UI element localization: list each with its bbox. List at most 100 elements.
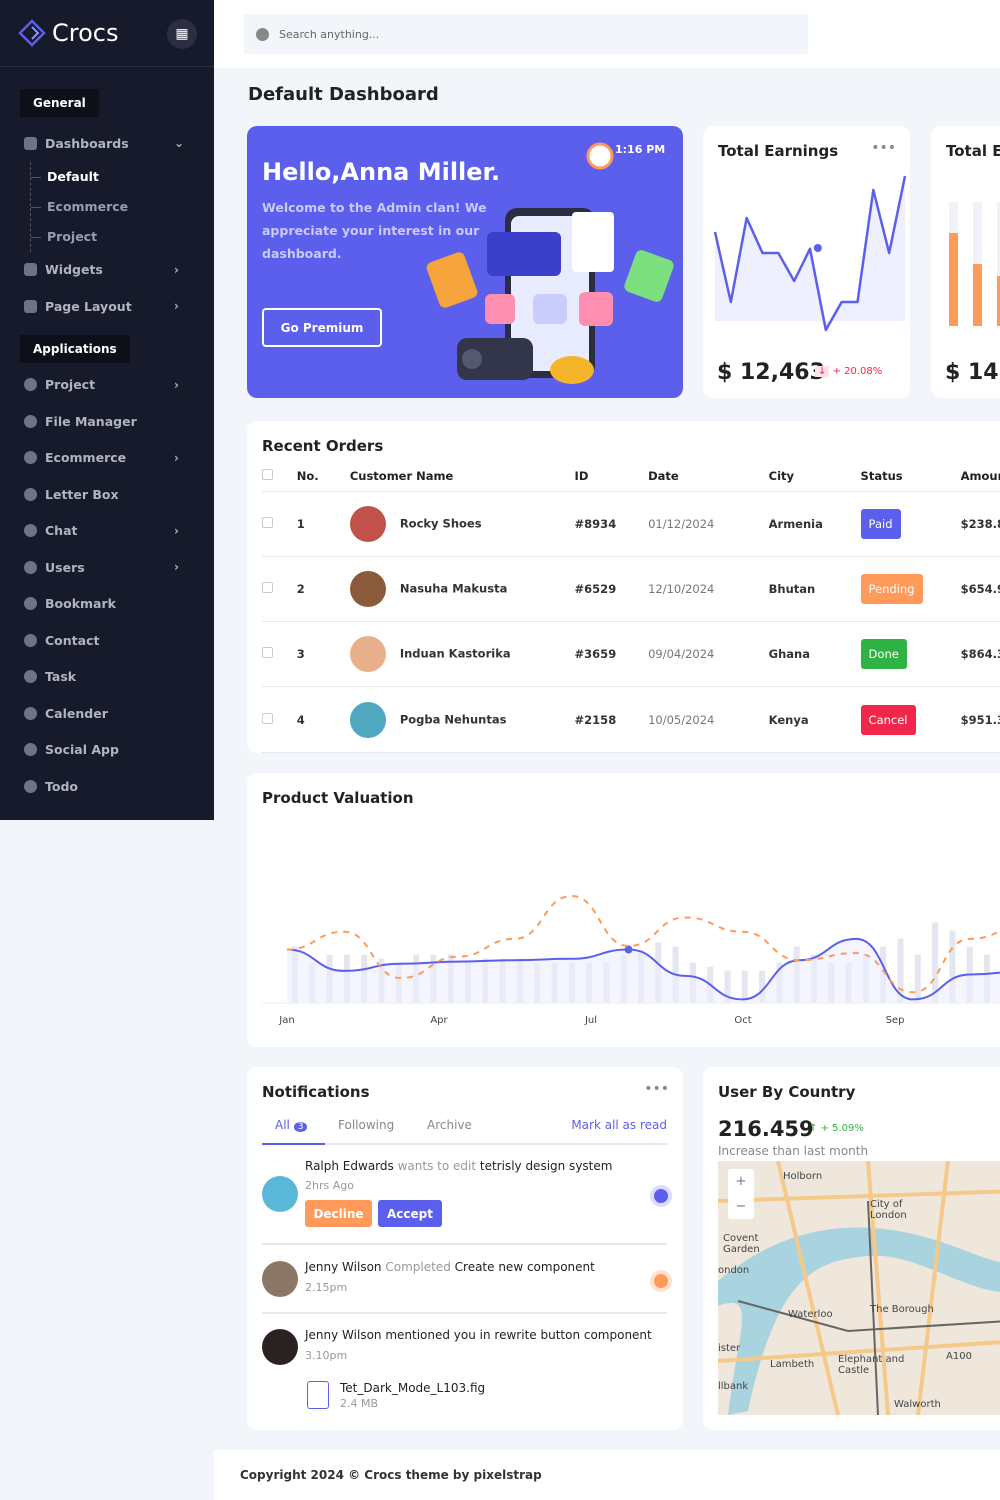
sidebar-item-bookmark[interactable]: Bookmark (0, 586, 214, 623)
notif-time: 3.10pm (305, 1349, 348, 1362)
order-city: Ghana (768, 621, 861, 688)
search-icon (256, 27, 269, 41)
sidebar-item-label: Task (45, 669, 77, 685)
mark-all-read-link[interactable]: Mark all as read (571, 1118, 667, 1132)
sidebar-item-chat[interactable]: Chat › (0, 513, 214, 550)
sidebar-item-ecommerce[interactable]: Ecommerce › (0, 440, 214, 477)
customer-cell: Pogba Nehuntas (349, 686, 575, 753)
table-row: 4 Pogba Nehuntas #2158 10/05/2024 Kenya … (262, 686, 1000, 753)
country-subtitle: Increase than last month (718, 1144, 869, 1158)
chevron-down-icon: ⌄ (174, 136, 185, 151)
avatar (349, 701, 386, 738)
row-checkbox[interactable] (262, 621, 297, 688)
notification-item: Jenny Wilson mentioned you in rewrite bu… (262, 1325, 667, 1425)
row-checkbox[interactable] (262, 556, 297, 623)
valuation-chart: Jan Apr Jul Oct Sep (262, 895, 1000, 1026)
apps-grid-button[interactable]: ▦ (167, 19, 197, 49)
notif-name: Jenny Wilson (305, 1260, 382, 1274)
sidebar-item-contact[interactable]: Contact (0, 622, 214, 659)
expenses-title: Total E (946, 142, 1000, 160)
order-date: 09/04/2024 (648, 621, 769, 688)
avatar (349, 570, 386, 607)
clock-time: 1:16 PM (615, 143, 666, 156)
select-all-checkbox[interactable] (262, 461, 297, 492)
submenu-item-project[interactable]: Project (0, 222, 214, 252)
document-icon (24, 299, 37, 313)
expense-bar (949, 233, 958, 326)
x-tick-label: Oct (734, 1015, 751, 1026)
sidebar-item-label: Social App (45, 742, 119, 758)
submenu-item-ecommerce[interactable]: Ecommerce (0, 192, 214, 222)
attachment-name[interactable]: Tet_Dark_Mode_L103.fig (340, 1381, 485, 1395)
country-value: 216.459 (718, 1117, 814, 1141)
avatar (262, 1261, 298, 1297)
go-premium-button[interactable]: Go Premium (262, 308, 382, 347)
home-icon (24, 136, 37, 150)
column-header: No. (296, 461, 350, 492)
zoom-in-button[interactable]: + (728, 1169, 754, 1194)
orders-table: No.Customer NameIDDateCityStatusAmount 1… (262, 461, 1000, 753)
chevron-right-icon: › (174, 262, 179, 277)
sidebar-item-calender[interactable]: Calender (0, 695, 214, 732)
orders-title: Recent Orders (262, 437, 384, 455)
sidebar-item-label: Bookmark (45, 596, 116, 612)
order-date: 01/12/2024 (648, 491, 769, 557)
tab-archive[interactable]: Archive (427, 1118, 472, 1132)
sparkline-point (813, 244, 822, 252)
sidebar-item-dashboards[interactable]: Dashboards ⌄ (0, 125, 214, 162)
search-placeholder: Search anything... (279, 27, 380, 41)
order-amount: $951.37 (960, 686, 1000, 753)
x-tick-label: Sep (886, 1015, 905, 1026)
map[interactable]: + − Holborn City of London Covent Garden ond… (718, 1161, 1000, 1415)
count-badge: 3 (293, 1122, 308, 1132)
sidebar-item-task[interactable]: Task (0, 659, 214, 696)
country-title: User By Country (718, 1083, 856, 1101)
order-id: #8934 (574, 491, 649, 557)
check-icon (24, 670, 37, 684)
earnings-value: $ 12,463 (717, 360, 825, 385)
sidebar-item-page-layout[interactable]: Page Layout › (0, 288, 214, 325)
calendar-icon (24, 706, 37, 720)
notification-item: Ralph Edwards wants to edit tetrisly des… (262, 1159, 668, 1245)
sidebar-item-label: File Manager (45, 413, 137, 429)
sidebar-item-label: Ecommerce (45, 450, 127, 466)
notif-verb: wants to edit (397, 1159, 477, 1173)
map-label: ister (718, 1343, 741, 1354)
decline-button[interactable]: Decline (305, 1200, 372, 1227)
notif-object: Create new component (454, 1260, 595, 1274)
more-icon[interactable]: ••• (644, 1081, 669, 1097)
chat-icon (24, 524, 37, 538)
sidebar-item-file-manager[interactable]: File Manager (0, 403, 214, 440)
accept-button[interactable]: Accept (378, 1200, 442, 1227)
sidebar-item-social-app[interactable]: Social App (0, 732, 214, 769)
section-applications: Applications (20, 334, 130, 363)
submenu-item-default[interactable]: Default (0, 162, 214, 192)
tab-all[interactable]: All 3 (275, 1118, 308, 1132)
sidebar-item-label: Dashboards (45, 135, 129, 151)
tab-following[interactable]: Following (338, 1118, 394, 1132)
file-icon (24, 414, 37, 428)
column-header: Amount (960, 461, 1000, 492)
sidebar-item-project[interactable]: Project › (0, 367, 214, 404)
notif-name: Ralph Edwards (305, 1159, 394, 1173)
order-no: 3 (296, 621, 350, 688)
sidebar-item-label: Project (45, 377, 96, 393)
search-input[interactable]: Search anything... (244, 14, 808, 54)
customer-name: Pogba Nehuntas (399, 712, 507, 727)
order-city: Kenya (768, 686, 861, 753)
sidebar-item-label: Page Layout (45, 298, 132, 314)
sidebar-item-todo[interactable]: Todo (0, 768, 214, 805)
bar-mark (914, 954, 921, 1003)
zoom-out-button[interactable]: − (728, 1194, 754, 1219)
expenses-value: $ 14, (945, 360, 1000, 385)
chevron-right-icon: › (174, 377, 179, 392)
row-checkbox[interactable] (262, 686, 297, 753)
sidebar-item-letter-box[interactable]: Letter Box (0, 476, 214, 513)
status-cell: Pending (860, 556, 961, 623)
chevron-right-icon: › (174, 560, 179, 575)
sidebar-item-users[interactable]: Users › (0, 549, 214, 586)
row-checkbox[interactable] (262, 491, 297, 557)
sidebar-item-widgets[interactable]: Widgets › (0, 252, 214, 289)
welcome-card: Hello,Anna Miller. Welcome to the Admin … (247, 126, 683, 398)
order-amount: $864.35 (960, 621, 1000, 688)
